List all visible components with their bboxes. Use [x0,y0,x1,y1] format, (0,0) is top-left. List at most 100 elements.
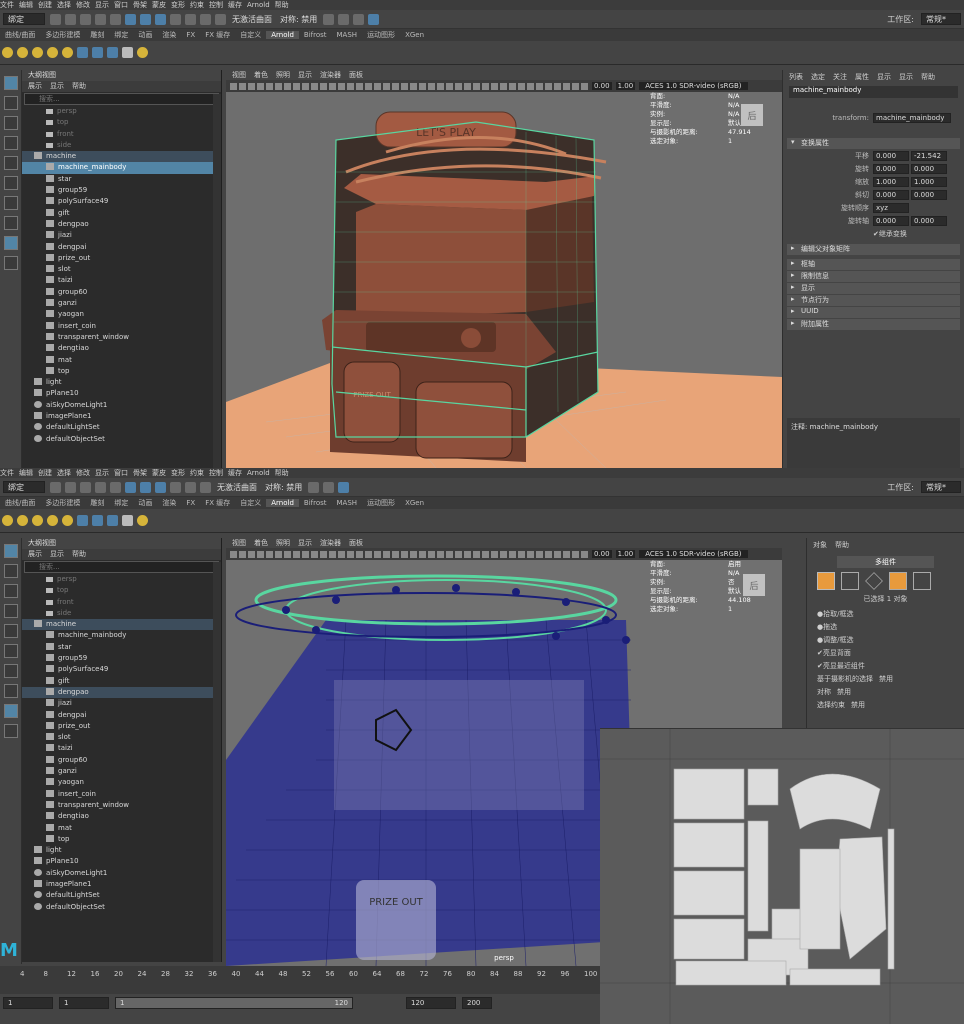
rotate-tool-icon[interactable] [4,624,18,638]
menu-item[interactable]: 视图 [232,539,246,547]
symmetry-label-2[interactable]: 对称: 禁用 [265,482,302,493]
save-scene-icon[interactable] [80,13,91,25]
menu-item[interactable]: 照明 [276,71,290,79]
ae-section[interactable]: 显示 [787,283,960,294]
select-tool-icon[interactable] [4,544,18,558]
menu-set-dropdown[interactable]: 绑定 [3,13,45,25]
hypershade-icon[interactable] [368,13,380,25]
vertex-mode-icon[interactable] [841,572,859,590]
shelf-tab[interactable]: FX 缓存 [200,498,235,508]
outliner-item[interactable]: prize_out [22,253,221,264]
outliner-item[interactable]: pPlane10 [22,856,221,867]
new-scene-icon[interactable] [50,481,61,493]
skydome-light-icon[interactable] [47,515,58,526]
menu-item[interactable]: 窗口 [114,0,128,10]
range-bar[interactable]: 1 120 [115,997,353,1009]
menu-item[interactable]: 帮助 [72,82,86,90]
outliner-item[interactable]: defaultLightSet [22,890,221,901]
menu-item[interactable]: 着色 [254,71,268,79]
outliner-item[interactable]: imagePlane1 [22,879,221,890]
attr-y-field[interactable]: 0.000 [911,190,947,200]
rotate-tool-icon[interactable] [4,156,18,170]
hypershade-icon[interactable] [338,481,350,493]
outliner-item[interactable]: aiSkyDomeLight1 [22,868,221,879]
select-object-icon[interactable] [140,13,151,25]
standin-icon[interactable] [92,47,103,58]
time-slider[interactable]: 4 8 12 16 20 24 28 32 36 40 44 48 52 56 60 64 68 72 76 80 84… [0,966,600,994]
undo-icon[interactable] [95,481,106,493]
outliner-scrollbar[interactable] [213,94,221,468]
outliner-item[interactable]: transparent_window [22,800,221,811]
attr-y-field[interactable]: -21.542 [911,151,947,161]
menu-item[interactable]: 修改 [76,0,90,10]
camera-based-value[interactable]: 禁用 [879,674,893,684]
outliner-item[interactable]: top [22,117,221,128]
menu-item[interactable]: Arnold [247,469,270,477]
menu-item[interactable]: Arnold [247,1,270,9]
outliner-item[interactable]: machine_mainbody [22,630,221,641]
menu-item[interactable]: 变形 [171,468,185,478]
shelf-tab[interactable]: 渲染 [157,30,181,40]
outliner-item[interactable]: star [22,642,221,653]
start-time-field[interactable]: 1 [3,997,53,1009]
outliner-item[interactable]: top [22,834,221,845]
outliner-item[interactable]: defaultObjectSet [22,902,221,913]
single-view-icon[interactable] [4,664,18,678]
outliner-item[interactable]: light [22,377,221,388]
outliner-item[interactable]: front [22,129,221,140]
outliner-search-input-2[interactable]: 搜索... [24,561,219,573]
outliner-item[interactable]: aiSkyDomeLight1 [22,400,221,411]
select-object-icon[interactable] [140,481,151,493]
outliner-item[interactable]: dengpao [22,686,221,699]
ae-section[interactable]: 节点行为 [787,295,960,306]
menu-item[interactable]: 展示 [28,550,42,558]
outliner-item[interactable]: dengpao [22,219,221,230]
menu-item[interactable]: 帮助 [921,72,935,82]
outliner-item[interactable]: star [22,174,221,185]
outliner-item[interactable]: mat [22,355,221,366]
viewport-panel[interactable]: 视图 着色 照明 显示 渲染器 面板 0.00 1.00 ACES 1.0 SDR-vid… [226,70,782,468]
render-icon[interactable] [308,481,320,493]
attr-x-field[interactable]: 0.000 [873,151,909,161]
outliner-item[interactable]: dengtiao [22,811,221,822]
symmetry-label[interactable]: 对称: 禁用 [280,14,317,25]
menu-item[interactable]: 对象 [813,540,827,550]
texture-manager-icon[interactable] [137,515,148,526]
menu-item[interactable]: 创建 [38,0,52,10]
shelf-tab[interactable]: FX [181,499,200,507]
menu-set-dropdown-2[interactable]: 绑定 [3,481,45,493]
redo-icon[interactable] [110,13,121,25]
menu-item[interactable]: 显示 [899,72,913,82]
single-view-icon[interactable] [4,196,18,210]
shelf-tab[interactable]: 多边形建模 [40,30,85,40]
edge-mode-icon[interactable] [865,572,883,590]
outliner-item[interactable]: top [22,366,221,377]
outliner-item[interactable]: taizi [22,743,221,754]
notes-field[interactable]: 注释: machine_mainbody [787,418,960,468]
shelf-tab[interactable]: XGen [400,499,429,507]
menu-item[interactable]: 显示 [298,539,312,547]
select-hierarchy-icon[interactable] [125,481,136,493]
menu-item[interactable]: 窗口 [114,468,128,478]
menu-item[interactable]: 创建 [38,468,52,478]
menu-item[interactable]: 照明 [276,539,290,547]
menu-item[interactable]: 帮助 [275,468,289,478]
scale-tool-icon[interactable] [4,176,18,190]
menu-item[interactable]: 显示 [50,550,64,558]
shelf-tab[interactable]: 多边形建模 [40,498,85,508]
render-view-icon[interactable] [77,515,88,526]
outliner-item[interactable]: gift [22,208,221,219]
menu-item[interactable]: 展示 [28,82,42,90]
parent-matrix-section[interactable]: 编辑父对象矩阵 [787,244,960,255]
area-light-icon[interactable] [2,47,13,58]
menu-item[interactable]: 控制 [209,468,223,478]
outliner-item[interactable]: jiazi [22,230,221,241]
menu-item[interactable]: 选择 [57,468,71,478]
render-settings-icon[interactable] [353,13,365,25]
colorspace-dropdown[interactable]: ACES 1.0 SDR-video (sRGB) [639,82,748,90]
colorspace-dropdown-2[interactable]: ACES 1.0 SDR-video (sRGB) [639,550,748,558]
shelf-tab[interactable]: XGen [400,31,429,39]
menu-item[interactable]: 缓存 [228,0,242,10]
shelf-tab[interactable]: Bifrost [299,31,332,39]
menu-item[interactable]: 显示 [95,468,109,478]
